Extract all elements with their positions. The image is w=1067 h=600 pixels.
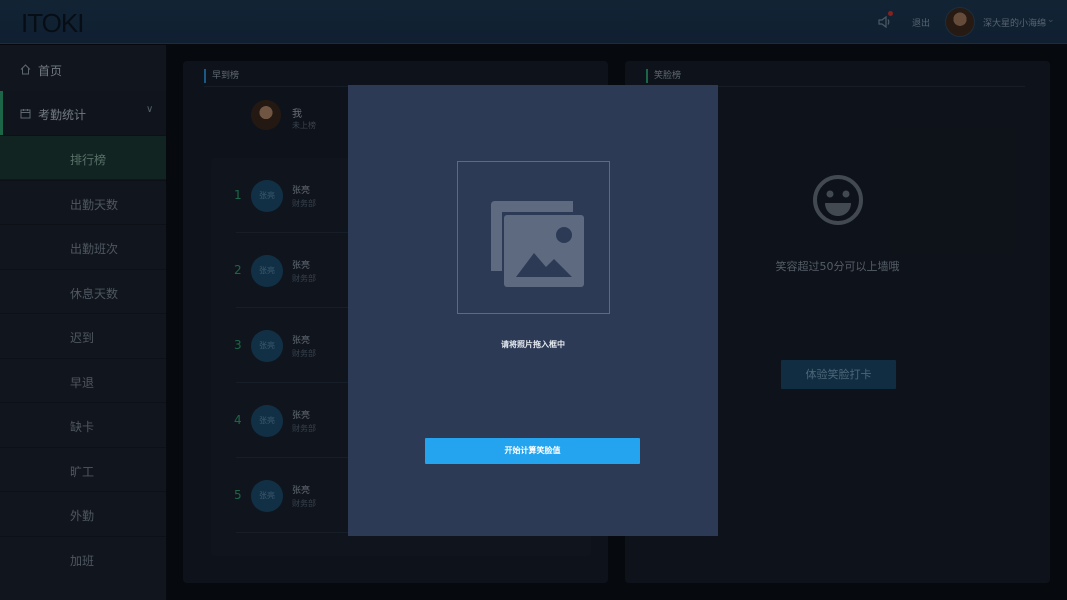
image-icon bbox=[491, 201, 584, 287]
upload-photo-modal: 请将照片拖入框中 开始计算笑脸值 bbox=[348, 85, 718, 536]
photo-drop-zone[interactable] bbox=[457, 161, 610, 314]
app-root: ITOKI 退出 深大星的小海绵 ⌄ 首页 考勤统计 ∨ 排行榜 出勤天数 出勤… bbox=[0, 0, 1067, 600]
drop-hint-text: 请将照片拖入框中 bbox=[501, 340, 565, 349]
start-smile-calculation-button[interactable]: 开始计算笑脸值 bbox=[425, 438, 640, 464]
